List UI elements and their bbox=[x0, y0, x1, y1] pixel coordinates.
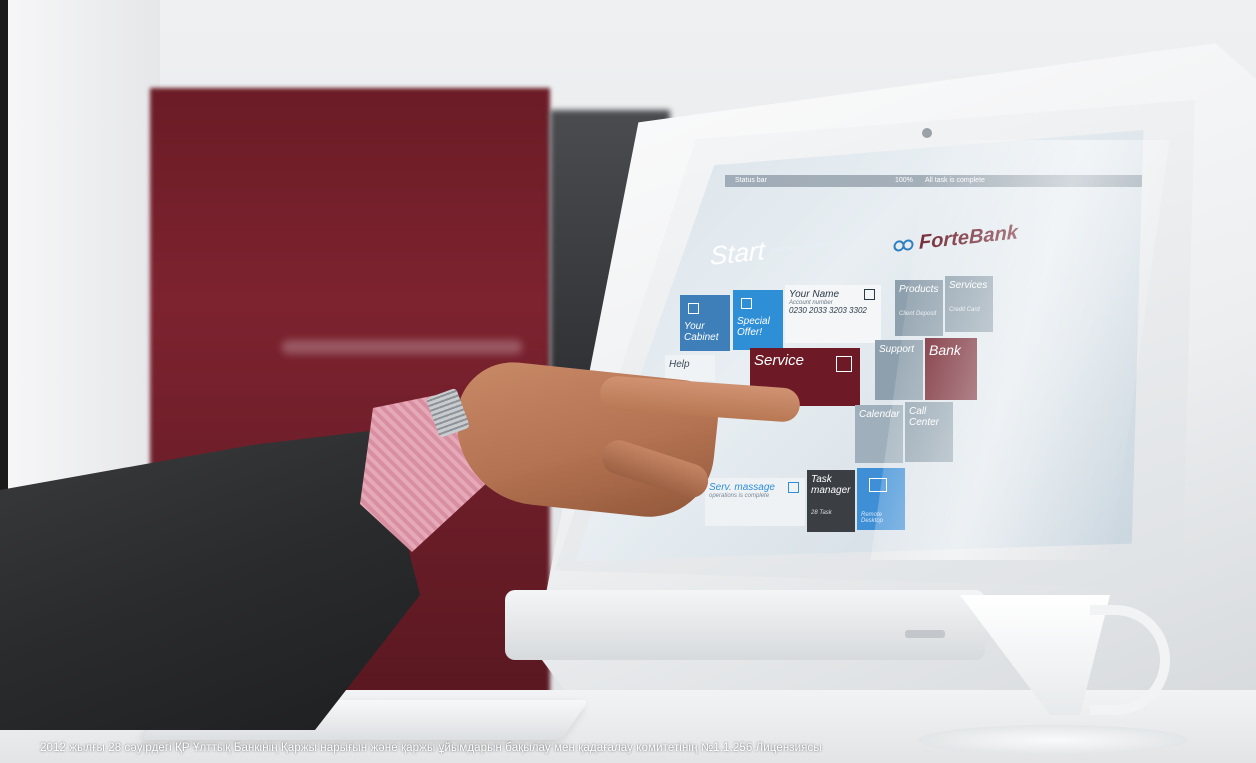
tile-task-manager-label: Task manager bbox=[811, 474, 851, 496]
tile-task-manager[interactable]: Task manager 28 Task bbox=[807, 470, 855, 532]
tile-special-offer-label: Special Offer! bbox=[737, 316, 770, 338]
tile-call-center[interactable]: Call Center bbox=[905, 402, 953, 462]
brand-name: ForteBank bbox=[919, 221, 1018, 254]
tile-support-label: Support bbox=[879, 344, 915, 355]
kiosk-photo: Status bar 100% All task is complete Sta… bbox=[0, 0, 1256, 763]
saucer bbox=[918, 725, 1188, 755]
tile-products[interactable]: Products Client Deposit bbox=[895, 280, 943, 336]
fortebank-logo: ForteBank bbox=[893, 221, 1018, 257]
tile-bank-label: Bank bbox=[929, 342, 961, 358]
status-bar-label: Status bar bbox=[735, 177, 767, 184]
tile-products-label: Products bbox=[899, 284, 939, 295]
background-blurred-sign bbox=[282, 340, 522, 354]
tile-help-label: Help bbox=[669, 359, 690, 370]
tile-special-offer[interactable]: Special Offer! bbox=[733, 290, 783, 350]
kiosk-base bbox=[505, 590, 985, 660]
tile-remote-desktop[interactable]: Remote Desktop bbox=[857, 468, 905, 530]
arrow-up-right-icon bbox=[836, 356, 852, 372]
tile-serv-massage[interactable]: Serv. massage operations is complete bbox=[705, 478, 805, 526]
task-status-text: All task is complete bbox=[925, 177, 985, 184]
start-subtitle: you can see menu bbox=[771, 238, 837, 255]
tile-calendar-label: Calendar bbox=[859, 409, 900, 420]
info-icon bbox=[864, 289, 875, 300]
tile-support[interactable]: Support bbox=[875, 340, 923, 400]
tile-calendar[interactable]: Calendar bbox=[855, 405, 903, 463]
remote-desktop-label: Remote Desktop bbox=[861, 512, 884, 524]
message-icon bbox=[788, 482, 799, 493]
screen-status-bar: Status bar 100% All task is complete bbox=[725, 175, 1144, 187]
serv-massage-sub: operations is complete bbox=[709, 493, 770, 499]
tile-services-label: Services bbox=[949, 280, 988, 291]
tile-call-center-label: Call Center bbox=[909, 406, 940, 428]
offer-icon bbox=[741, 298, 752, 309]
license-text: 2012 жылғы 28 сәуірдегі ҚР Ұлттық Банкін… bbox=[40, 742, 822, 754]
fortebank-logo-icon bbox=[893, 238, 914, 251]
task-count: 28 Task bbox=[811, 510, 832, 516]
tile-your-cabinet-label: Your Cabinet bbox=[684, 321, 719, 343]
remote-desktop-icon bbox=[869, 478, 887, 492]
tile-services[interactable]: Services Credit Card bbox=[945, 276, 993, 332]
cabinet-icon bbox=[688, 303, 699, 314]
tile-your-cabinet[interactable]: Your Cabinet bbox=[680, 295, 730, 351]
camera-icon bbox=[922, 128, 932, 138]
client-deposit-label: Client Deposit bbox=[899, 311, 937, 317]
progress-value: 100% bbox=[895, 177, 913, 184]
tile-bank[interactable]: Bank bbox=[925, 338, 977, 400]
account-number: 0230 2033 3203 3302 bbox=[789, 306, 867, 315]
credit-card-label: Credit Card bbox=[949, 307, 980, 313]
tile-help[interactable]: Help bbox=[665, 355, 715, 381]
start-title: Start bbox=[710, 235, 765, 271]
card-slot bbox=[905, 630, 945, 638]
tile-your-name[interactable]: Your Name Account number 0230 2033 3203 … bbox=[785, 285, 881, 343]
